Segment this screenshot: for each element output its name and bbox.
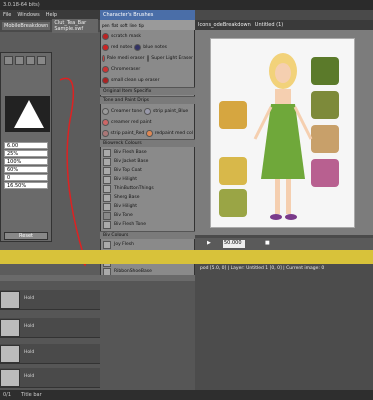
tab-icons-breakdown[interactable]: Icons_odeBreakdown bbox=[198, 22, 251, 28]
brushes-panel-title: Character's Brushes bbox=[100, 10, 195, 20]
color-label: Biv Hilight bbox=[114, 177, 138, 182]
brush-item[interactable]: Pale medi eraser Super Light Eraser bbox=[102, 53, 193, 63]
brush-flat[interactable]: flat bbox=[112, 23, 119, 28]
brush-line[interactable]: line bbox=[130, 23, 137, 28]
eraser-icon[interactable] bbox=[15, 56, 24, 65]
track-label: Hold bbox=[24, 296, 35, 301]
color-swatch[interactable] bbox=[103, 149, 111, 157]
tab-untitled[interactable]: Untitled (1) bbox=[255, 22, 283, 28]
color-swatch[interactable] bbox=[103, 158, 111, 166]
palette-swatch bbox=[311, 159, 339, 187]
track-thumbnail bbox=[0, 291, 20, 309]
color-label: ThinButtonThings bbox=[114, 186, 154, 191]
section-original-item[interactable]: Original Item Specifix bbox=[100, 87, 195, 95]
palette-swatch bbox=[311, 57, 339, 85]
brush-dot-icon bbox=[144, 107, 151, 115]
pen-icon[interactable] bbox=[4, 56, 13, 65]
color-label: Biv Top Coat bbox=[114, 168, 142, 173]
brush-dot-icon bbox=[102, 65, 109, 73]
stop-icon[interactable]: ■ bbox=[265, 240, 270, 246]
color-label: Biv Flesh Base bbox=[114, 150, 147, 155]
brush-soft[interactable]: soft bbox=[120, 23, 127, 28]
menu-file[interactable]: File bbox=[3, 12, 11, 18]
brush-dot-icon bbox=[102, 43, 109, 51]
tab-mobile-breakdown[interactable]: MobileBreakdown bbox=[2, 22, 51, 30]
palette-swatch bbox=[311, 91, 339, 119]
track-label: Hold bbox=[24, 374, 35, 379]
timeline-header bbox=[0, 250, 373, 264]
track-label: Hold bbox=[24, 324, 35, 329]
palette-swatch bbox=[311, 125, 339, 153]
track-thumbnail bbox=[0, 319, 20, 337]
color-swatch[interactable] bbox=[103, 212, 111, 220]
color-swatch[interactable] bbox=[103, 176, 111, 184]
track-thumbnail bbox=[0, 345, 20, 363]
brush-item[interactable]: scratch mask bbox=[102, 31, 193, 41]
palette-swatch bbox=[219, 157, 247, 185]
track-thumbnail bbox=[0, 369, 20, 387]
track-label: Hold bbox=[24, 350, 35, 355]
brush-item[interactable]: red notes blue notes bbox=[102, 42, 193, 52]
brush-top-row: pen flat soft line tip bbox=[100, 20, 195, 30]
timeline-track[interactable]: Hold bbox=[0, 344, 100, 364]
menu-help[interactable]: Help bbox=[46, 12, 57, 18]
brush-dot-icon bbox=[134, 43, 142, 51]
color-label: Biv Tone bbox=[114, 213, 133, 218]
brush-dot-icon bbox=[146, 54, 150, 62]
brush-dot-icon bbox=[102, 76, 109, 84]
play-icon[interactable]: ▶ bbox=[207, 240, 211, 246]
character-drawing bbox=[253, 53, 313, 220]
layer-info: pod [5.0, 0] | Layer: Untitled 1 [0, 0] … bbox=[200, 266, 325, 271]
section-tone-paint[interactable]: Tone and Paint Drips bbox=[100, 96, 195, 104]
color-label: Joy Flesh bbox=[114, 242, 134, 247]
section-biv-colours[interactable]: Biv Colours bbox=[100, 231, 195, 239]
layers-area bbox=[195, 264, 373, 390]
tone-item[interactable]: Creamer tone strip paint_Blue bbox=[102, 106, 193, 116]
drawing-canvas[interactable] bbox=[210, 38, 355, 228]
brush-pen[interactable]: pen bbox=[102, 23, 110, 28]
brush-dot-icon bbox=[102, 32, 109, 40]
zoom-field[interactable]: 50.000 bbox=[223, 240, 245, 248]
menu-windows[interactable]: Windows bbox=[17, 12, 39, 18]
timeline-track[interactable]: Hold bbox=[0, 318, 100, 338]
tone-item[interactable]: strip paint_Red redpaint med col bbox=[102, 128, 193, 138]
brush-dot-icon bbox=[102, 118, 109, 126]
document-tabs: Icons_odeBreakdown Untitled (1) bbox=[195, 20, 373, 30]
brush-dot-icon bbox=[102, 54, 105, 62]
tab-clut-sample[interactable]: Clut_Tea_Bar Sample.swf bbox=[52, 19, 98, 33]
status-text: Title bar bbox=[21, 392, 42, 398]
color-swatch[interactable] bbox=[103, 167, 111, 175]
palette-swatch bbox=[219, 101, 247, 129]
timeline-track[interactable]: Hold bbox=[0, 290, 100, 310]
color-swatch[interactable] bbox=[103, 185, 111, 193]
playback-controls: ▶ 50.000 ■ bbox=[195, 238, 373, 250]
color-swatch[interactable] bbox=[103, 221, 111, 229]
title-bar: 3.0.18-64 bits) bbox=[0, 0, 373, 10]
color-label: Biv Flesh Tone bbox=[114, 222, 147, 227]
palette-swatch bbox=[219, 189, 247, 217]
status-bar: 0/1 Title bar bbox=[0, 390, 373, 400]
color-label: Biv Hilight bbox=[114, 204, 138, 209]
timeline-track[interactable]: Hold bbox=[0, 368, 100, 388]
color-label: Biv Jacket Base bbox=[114, 159, 149, 164]
brush-dot-icon bbox=[102, 107, 109, 115]
app-title: 3.0.18-64 bits) bbox=[3, 2, 40, 8]
brush-dot-icon bbox=[102, 129, 109, 137]
color-swatch[interactable] bbox=[103, 241, 111, 249]
color-swatch[interactable] bbox=[103, 194, 111, 202]
brush-item[interactable]: small clean up eraser bbox=[102, 75, 193, 85]
left-tab-row: MobileBreakdown Clut_Tea_Bar Sample.swf bbox=[0, 19, 100, 33]
color-swatch[interactable] bbox=[103, 203, 111, 211]
brush-item[interactable]: Chromeraser bbox=[102, 64, 193, 74]
brush-tip[interactable]: tip bbox=[139, 23, 144, 28]
color-label: Sherg Base bbox=[114, 195, 140, 200]
tone-item[interactable]: creamer red paint bbox=[102, 117, 193, 127]
brush-dot-icon bbox=[146, 129, 153, 137]
section-biowreck[interactable]: Biowreck Colours bbox=[100, 139, 195, 147]
brush-icon[interactable] bbox=[26, 56, 35, 65]
frame-counter: 0/1 bbox=[3, 392, 12, 398]
